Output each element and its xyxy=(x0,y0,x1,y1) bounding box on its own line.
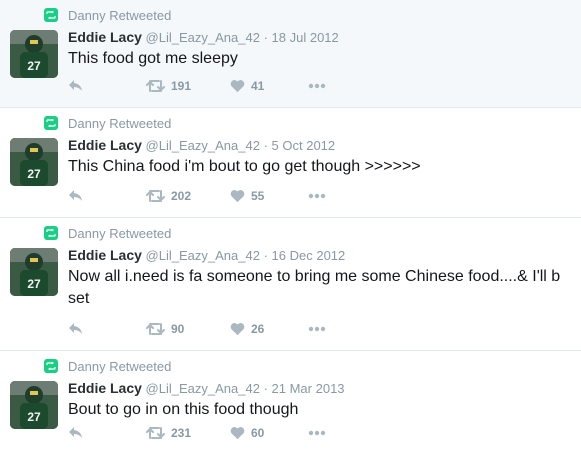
like-count: 60 xyxy=(251,426,265,440)
tweet-header: Eddie Lacy @Lil_Eazy_Ana_42 · 16 Dec 201… xyxy=(68,247,345,263)
svg-text:27: 27 xyxy=(27,167,41,181)
like-button[interactable]: 26 xyxy=(230,320,264,338)
tweet-text: This China food i'm bout to go get thoug… xyxy=(68,158,421,175)
reply-icon xyxy=(68,79,84,93)
author-name[interactable]: Eddie Lacy xyxy=(68,247,142,263)
retweet-icon xyxy=(146,79,165,93)
retweet-context: Danny Retweeted xyxy=(44,115,171,131)
retweet-count: 90 xyxy=(171,322,185,336)
tweet-date[interactable]: 16 Dec 2012 xyxy=(272,248,346,263)
retweet-context-text[interactable]: Danny Retweeted xyxy=(68,226,171,241)
retweet-button[interactable]: 191 xyxy=(146,77,191,95)
more-button[interactable] xyxy=(308,187,326,205)
like-button[interactable]: 55 xyxy=(230,187,264,205)
heart-icon xyxy=(230,426,245,440)
retweet-badge-icon xyxy=(44,116,58,130)
more-dots-icon xyxy=(308,430,326,436)
retweet-context: Danny Retweeted xyxy=(44,225,171,241)
reply-icon xyxy=(68,426,84,440)
retweet-button[interactable]: 202 xyxy=(146,187,191,205)
more-button[interactable] xyxy=(308,424,326,442)
like-button[interactable]: 60 xyxy=(230,424,264,442)
like-button[interactable]: 41 xyxy=(230,77,264,95)
retweet-icon xyxy=(146,189,165,203)
author-handle[interactable]: @Lil_Eazy_Ana_42 xyxy=(146,381,260,396)
author-handle[interactable]: @Lil_Eazy_Ana_42 xyxy=(146,30,260,45)
tweet-actions: 191 41 xyxy=(68,77,368,95)
reply-button[interactable] xyxy=(68,187,84,205)
retweet-count: 202 xyxy=(171,189,192,203)
svg-text:27: 27 xyxy=(27,410,41,424)
reply-button[interactable] xyxy=(68,77,84,95)
avatar[interactable]: 27 xyxy=(10,381,58,429)
more-dots-icon xyxy=(308,193,326,199)
tweet-feed: Danny Retweeted 27 Eddie Lacy @Lil_Eazy_… xyxy=(0,0,581,454)
tweet-date[interactable]: 5 Oct 2012 xyxy=(272,138,336,153)
retweet-context-text[interactable]: Danny Retweeted xyxy=(68,359,171,374)
svg-text:27: 27 xyxy=(27,277,41,291)
header-separator: · xyxy=(263,248,268,263)
tweet-actions: 90 26 xyxy=(68,320,368,338)
tweet-date[interactable]: 18 Jul 2012 xyxy=(272,30,339,45)
retweet-count: 191 xyxy=(171,79,192,93)
reply-icon xyxy=(68,322,84,336)
tweet-actions: 202 55 xyxy=(68,187,368,205)
header-separator: · xyxy=(263,30,268,45)
like-count: 41 xyxy=(251,79,265,93)
heart-icon xyxy=(230,322,245,336)
tweet-text: This food got me sleepy xyxy=(68,50,238,67)
heart-icon xyxy=(230,79,245,93)
author-name[interactable]: Eddie Lacy xyxy=(68,29,142,45)
retweet-context-text[interactable]: Danny Retweeted xyxy=(68,116,171,131)
tweet-header: Eddie Lacy @Lil_Eazy_Ana_42 · 21 Mar 201… xyxy=(68,380,345,396)
tweet-actions: 231 60 xyxy=(68,424,368,442)
tweet-header: Eddie Lacy @Lil_Eazy_Ana_42 · 5 Oct 2012 xyxy=(68,137,335,153)
more-button[interactable] xyxy=(308,77,326,95)
tweet-item[interactable]: Danny Retweeted 27 Eddie Lacy @Lil_Eazy_… xyxy=(0,351,581,454)
svg-text:27: 27 xyxy=(27,59,41,73)
author-name[interactable]: Eddie Lacy xyxy=(68,380,142,396)
tweet-text: Bout to go in on this food though xyxy=(68,401,299,418)
header-separator: · xyxy=(263,381,268,396)
avatar[interactable]: 27 xyxy=(10,138,58,186)
avatar[interactable]: 27 xyxy=(10,30,58,78)
tweet-date[interactable]: 21 Mar 2013 xyxy=(272,381,345,396)
author-handle[interactable]: @Lil_Eazy_Ana_42 xyxy=(146,138,260,153)
retweet-badge-icon xyxy=(44,226,58,240)
retweet-count: 231 xyxy=(171,426,192,440)
heart-icon xyxy=(230,189,245,203)
more-button[interactable] xyxy=(308,320,326,338)
reply-icon xyxy=(68,189,84,203)
tweet-item[interactable]: Danny Retweeted 27 Eddie Lacy @Lil_Eazy_… xyxy=(0,218,581,351)
tweet-item[interactable]: Danny Retweeted 27 Eddie Lacy @Lil_Eazy_… xyxy=(0,0,581,108)
tweet-header: Eddie Lacy @Lil_Eazy_Ana_42 · 18 Jul 201… xyxy=(68,29,339,45)
more-dots-icon xyxy=(308,83,326,89)
more-dots-icon xyxy=(308,326,326,332)
retweet-button[interactable]: 90 xyxy=(146,320,184,338)
retweet-button[interactable]: 231 xyxy=(146,424,191,442)
retweet-icon xyxy=(146,322,165,336)
like-count: 26 xyxy=(251,322,265,336)
avatar[interactable]: 27 xyxy=(10,248,58,296)
reply-button[interactable] xyxy=(68,320,84,338)
retweet-context-text[interactable]: Danny Retweeted xyxy=(68,8,171,23)
author-handle[interactable]: @Lil_Eazy_Ana_42 xyxy=(146,248,260,263)
retweet-badge-icon xyxy=(44,8,58,22)
retweet-badge-icon xyxy=(44,359,58,373)
header-separator: · xyxy=(263,138,268,153)
retweet-icon xyxy=(146,426,165,440)
tweet-item[interactable]: Danny Retweeted 27 Eddie Lacy @Lil_Eazy_… xyxy=(0,108,581,218)
reply-button[interactable] xyxy=(68,424,84,442)
author-name[interactable]: Eddie Lacy xyxy=(68,137,142,153)
retweet-context: Danny Retweeted xyxy=(44,358,171,374)
like-count: 55 xyxy=(251,189,265,203)
tweet-text: Now all i.need is fa someone to bring me… xyxy=(68,268,561,307)
retweet-context: Danny Retweeted xyxy=(44,7,171,23)
